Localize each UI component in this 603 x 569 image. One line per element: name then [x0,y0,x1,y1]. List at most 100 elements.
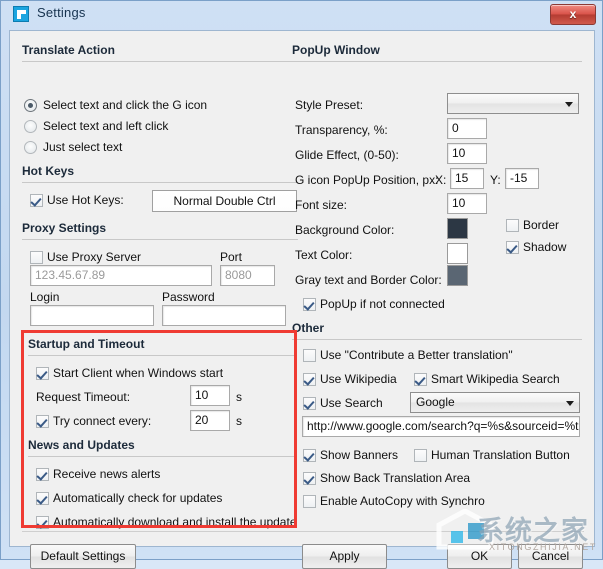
label-use-hot-keys: Use Hot Keys: [47,193,124,207]
search-url-input[interactable]: http://www.google.com/search?q=%s&source… [302,416,580,437]
style-preset-combo[interactable] [447,93,579,114]
radio-select-left-click[interactable] [24,120,37,133]
radio-select-click-g-icon[interactable] [24,99,37,112]
label-smart-wikipedia-search: Smart Wikipedia Search [431,372,560,386]
checkbox-show-banners[interactable] [303,449,316,462]
label-background-color: Background Color: [295,223,395,237]
checkbox-use-hot-keys[interactable] [30,194,43,207]
try-connect-input[interactable]: 20 [190,410,230,431]
divider-proxy [22,239,298,240]
request-timeout-input[interactable]: 10 [190,385,230,406]
divider-popup-window [292,61,582,62]
proxy-port-input[interactable]: 8080 [220,265,275,286]
footer-divider [22,531,584,532]
label-login: Login [30,290,60,304]
divider-hot-keys [22,182,298,183]
checkbox-human-translation-button[interactable] [414,449,427,462]
checkbox-use-search[interactable] [303,397,316,410]
hotkey-field[interactable]: Normal Double Ctrl [152,190,297,212]
checkbox-auto-check-updates[interactable] [36,492,49,505]
radio-label-just-select-text: Just select text [43,140,123,154]
chevron-down-icon [565,102,573,107]
label-auto-check-updates: Automatically check for updates [53,491,223,505]
label-glide-effect: Glide Effect, (0-50): [295,148,399,162]
checkbox-contribute-better-translation[interactable] [303,349,316,362]
radio-label-select-left-click: Select text and left click [43,119,169,133]
label-gray-border-color: Gray text and Border Color: [295,273,442,287]
gray-border-color-swatch[interactable] [447,265,468,286]
label-try-connect-unit: s [236,414,242,428]
label-style-preset: Style Preset: [295,98,364,112]
default-settings-button[interactable]: Default Settings [30,544,136,569]
group-title-translate-action: Translate Action [22,43,115,57]
label-request-timeout: Request Timeout: [36,390,131,404]
cancel-button[interactable]: Cancel [518,544,583,569]
label-text-color: Text Color: [295,248,353,262]
background-color-swatch[interactable] [447,218,468,239]
group-title-proxy: Proxy Settings [22,221,107,235]
label-start-client-windows-start: Start Client when Windows start [53,366,224,380]
popup-pos-x-input[interactable]: 15 [450,168,484,189]
label-pos-x: X: [435,173,447,187]
label-enable-autocopy-synchro: Enable AutoCopy with Synchro [320,494,485,508]
checkbox-start-client-windows-start[interactable] [36,367,49,380]
proxy-password-input[interactable] [162,305,286,326]
transparency-input[interactable]: 0 [447,118,487,139]
label-contribute-better-translation: Use "Contribute a Better translation" [320,348,513,362]
checkbox-smart-wikipedia-search[interactable] [414,373,427,386]
label-password: Password [162,290,215,304]
label-pos-y: Y: [490,173,501,187]
search-engine-combo[interactable]: Google [410,392,580,413]
checkbox-show-back-translation-area[interactable] [303,472,316,485]
label-use-search: Use Search [320,396,383,410]
group-title-popup-window: PopUp Window [292,43,380,57]
label-border: Border [523,218,560,232]
label-use-wikipedia: Use Wikipedia [320,372,397,386]
glide-effect-input[interactable]: 10 [447,143,487,164]
ok-button[interactable]: OK [447,544,512,569]
group-title-other: Other [292,321,325,335]
checkbox-border[interactable] [506,219,519,232]
label-use-proxy-server: Use Proxy Server [47,250,142,264]
window-title: Settings [37,5,86,20]
close-button[interactable]: x [550,4,596,25]
checkbox-auto-download-install[interactable] [36,516,49,529]
checkbox-shadow[interactable] [506,241,519,254]
title-bar: Settings x [1,1,602,28]
label-auto-download-install: Automatically download and install the u… [53,515,297,529]
checkbox-enable-autocopy-synchro[interactable] [303,495,316,508]
group-title-news: News and Updates [28,438,135,452]
divider-startup [28,355,294,356]
label-request-timeout-unit: s [236,390,242,404]
checkbox-try-connect-every[interactable] [36,415,49,428]
label-font-size: Font size: [295,198,348,212]
divider-news [28,456,294,457]
search-engine-value: Google [416,395,455,409]
apply-button[interactable]: Apply [302,544,387,569]
radio-just-select-text[interactable] [24,141,37,154]
font-size-input[interactable]: 10 [447,193,487,214]
proxy-server-input[interactable]: 123.45.67.89 [30,265,212,286]
label-try-connect-every: Try connect every: [53,414,152,428]
settings-window: Settings x Translate Action Select text … [0,0,603,569]
group-title-hot-keys: Hot Keys [22,164,75,178]
text-color-swatch[interactable] [447,243,468,264]
chevron-down-icon [566,401,574,406]
checkbox-use-proxy-server[interactable] [30,251,43,264]
label-show-back-translation-area: Show Back Translation Area [320,471,471,485]
settings-client-area: Translate Action Select text and click t… [9,30,595,569]
radio-label-select-click-g-icon: Select text and click the G icon [43,98,208,112]
checkbox-popup-if-not-connected[interactable] [303,298,316,311]
app-icon [13,6,29,22]
group-title-startup: Startup and Timeout [28,337,145,351]
label-human-translation-button: Human Translation Button [431,448,570,462]
divider-translate-action [22,61,298,62]
popup-pos-y-input[interactable]: -15 [505,168,539,189]
proxy-login-input[interactable] [30,305,154,326]
label-shadow: Shadow [523,240,567,254]
checkbox-use-wikipedia[interactable] [303,373,316,386]
label-popup-if-not-connected: PopUp if not connected [320,297,445,311]
label-receive-news-alerts: Receive news alerts [53,467,161,481]
label-port: Port [220,250,243,264]
checkbox-receive-news-alerts[interactable] [36,468,49,481]
